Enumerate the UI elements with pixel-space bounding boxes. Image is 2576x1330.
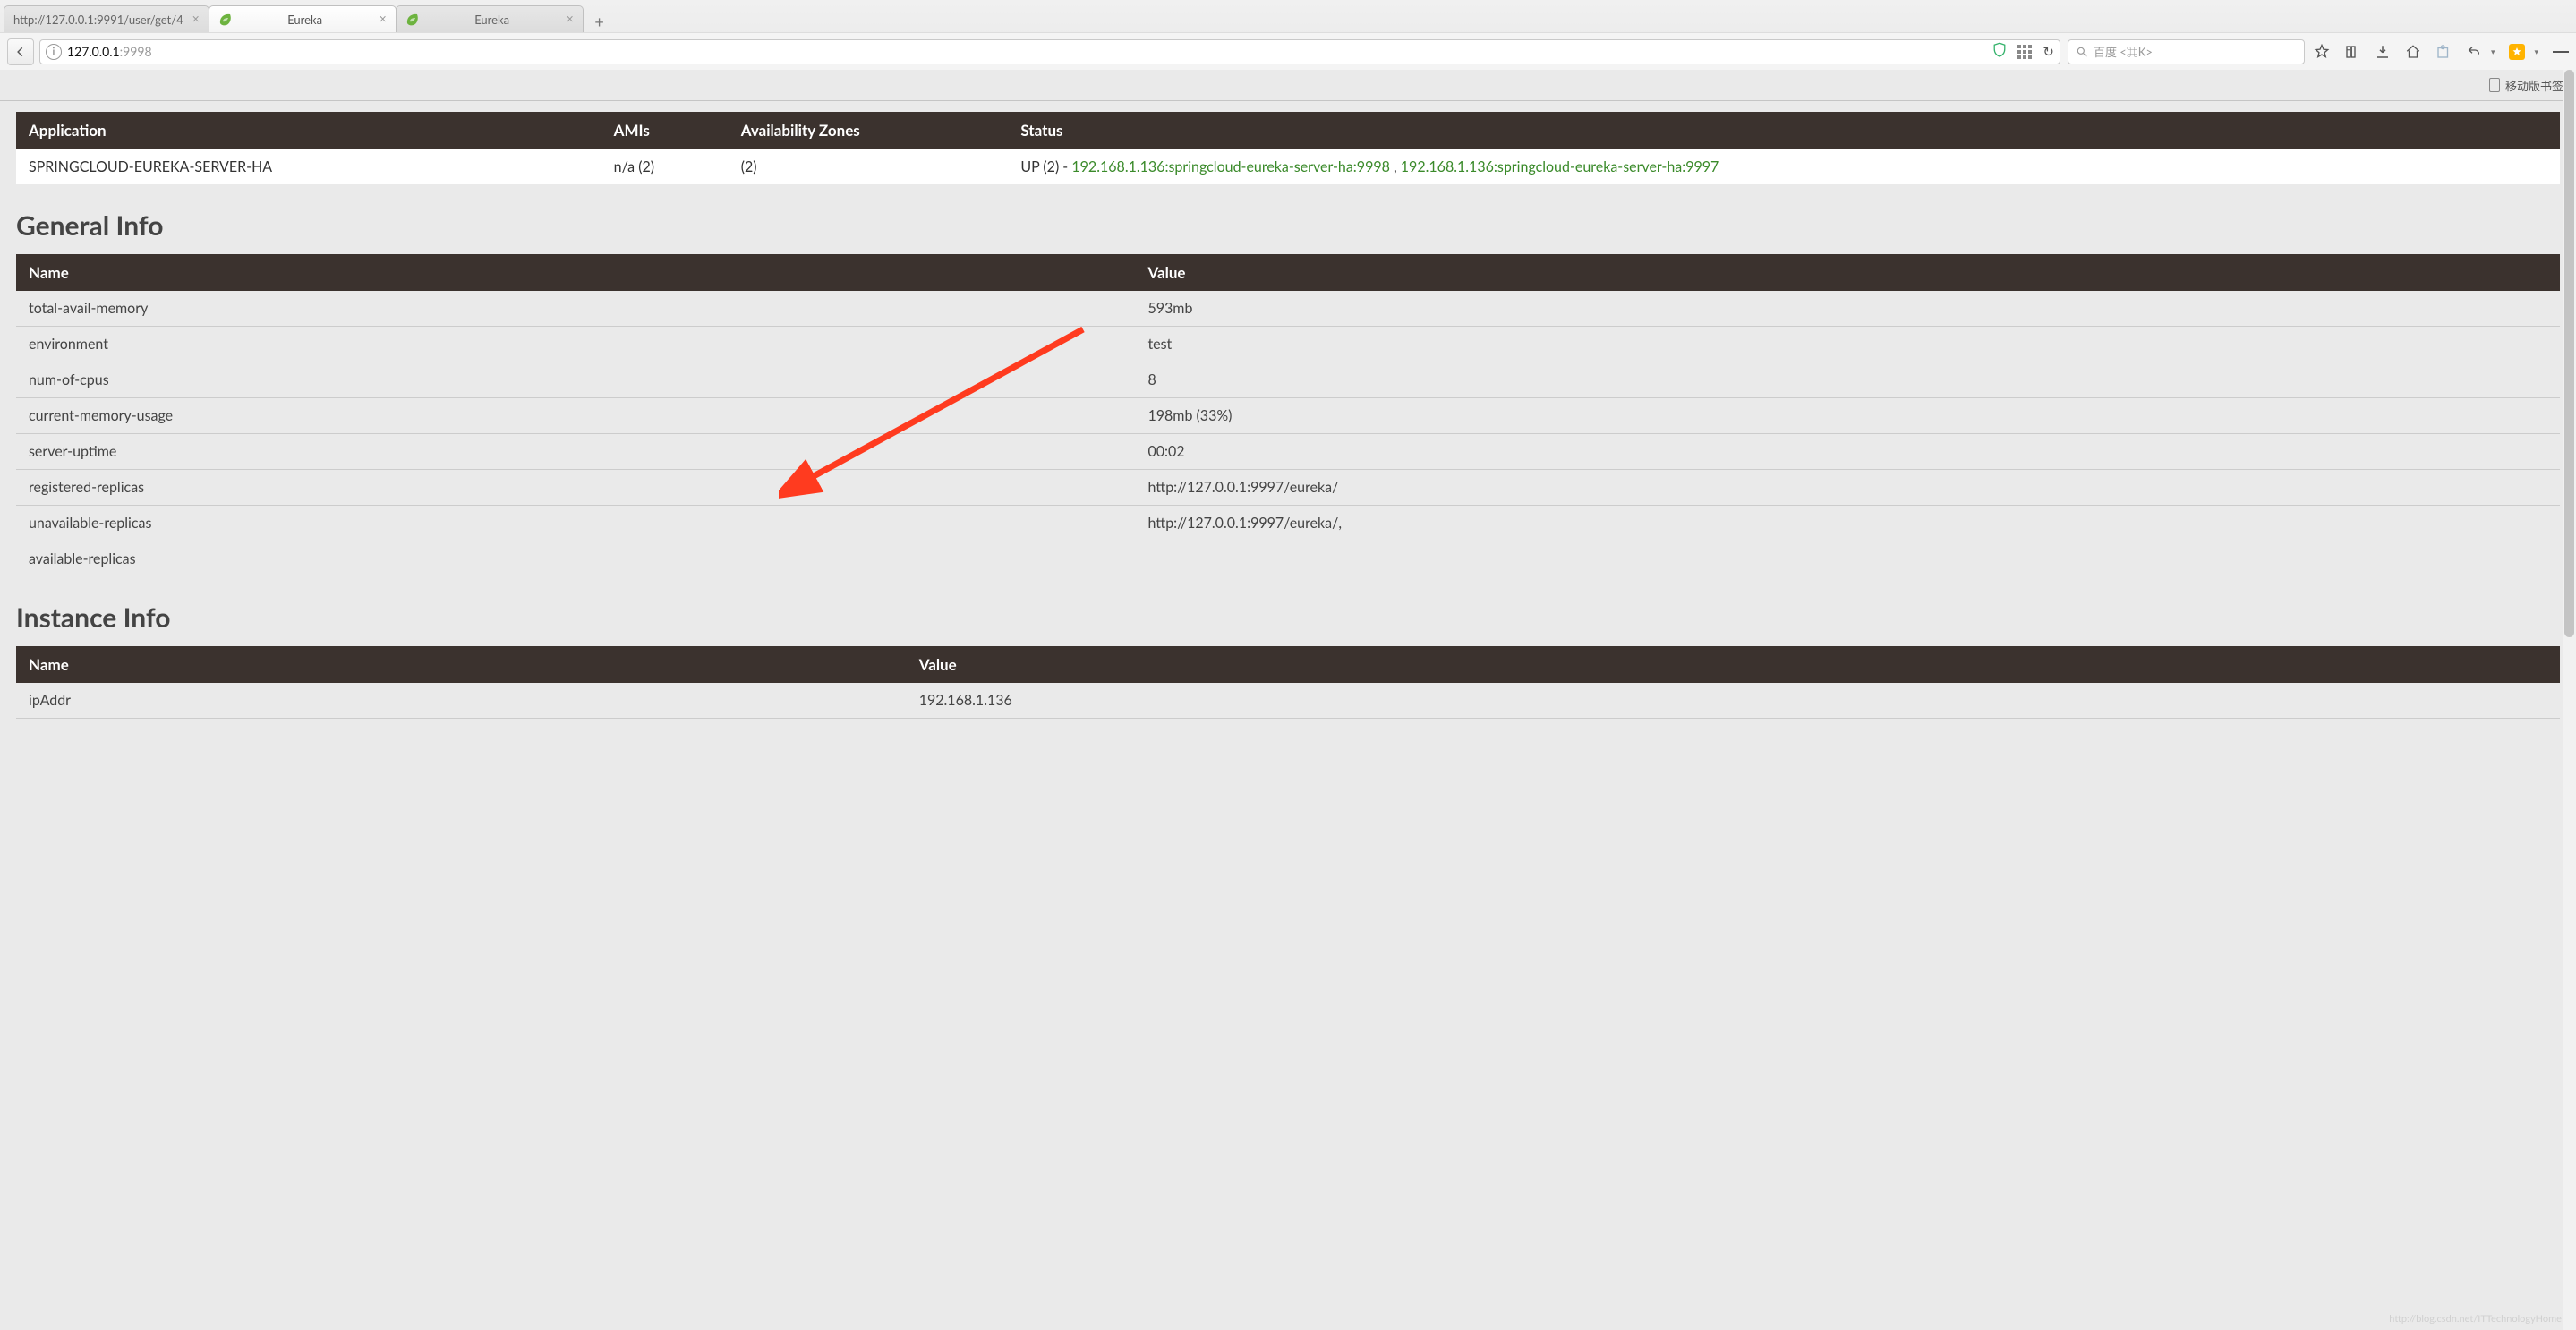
cell-name: unavailable-replicas — [16, 506, 1135, 541]
col-name: Name — [16, 646, 907, 683]
cell-name: ipAddr — [16, 683, 907, 719]
browser-tab-0[interactable]: http://127.0.0.1:9991/user/get/4 × — [4, 5, 209, 32]
browser-tab-2[interactable]: Eureka × — [396, 5, 584, 32]
col-value: Value — [907, 646, 2560, 683]
new-tab-button[interactable]: + — [586, 11, 613, 32]
tab-title: Eureka — [427, 13, 558, 27]
table-row: num-of-cpus8 — [16, 362, 2560, 398]
url-port: :9998 — [120, 44, 152, 59]
col-application: Application — [16, 112, 601, 149]
table-row: registered-replicashttp://127.0.0.1:9997… — [16, 470, 2560, 506]
col-zones: Availability Zones — [729, 112, 1009, 149]
tab-strip: http://127.0.0.1:9991/user/get/4 × Eurek… — [0, 0, 2576, 32]
cell-value: 8 — [1135, 362, 2560, 398]
cell-name: registered-replicas — [16, 470, 1135, 506]
instance-info-title: Instance Info — [16, 601, 2560, 634]
home-icon[interactable] — [2405, 44, 2421, 60]
reload-icon[interactable]: ↻ — [2043, 44, 2054, 60]
cell-value: test — [1135, 327, 2560, 362]
col-name: Name — [16, 254, 1135, 291]
cell-application: SPRINGCLOUD-EUREKA-SERVER-HA — [16, 149, 601, 185]
download-icon[interactable] — [2375, 44, 2391, 60]
cell-name: current-memory-usage — [16, 398, 1135, 434]
bookmark-star-icon[interactable] — [2314, 44, 2330, 60]
tab-title: Eureka — [240, 13, 371, 27]
cell-name: num-of-cpus — [16, 362, 1135, 398]
shield-icon[interactable] — [1992, 42, 2007, 62]
back-button[interactable] — [7, 38, 34, 65]
qr-icon[interactable] — [2017, 45, 2032, 59]
toolbar-icons: ▾ ▾ — [2314, 44, 2569, 60]
library-icon[interactable] — [2344, 44, 2360, 60]
search-icon — [2076, 46, 2088, 58]
cell-value: 192.168.1.136 — [907, 683, 2560, 719]
cell-value: 00:02 — [1135, 434, 2560, 470]
general-info-table: Name Value total-avail-memory593mbenviro… — [16, 254, 2560, 576]
page-content: Application AMIs Availability Zones Stat… — [0, 101, 2576, 744]
table-row: environmenttest — [16, 327, 2560, 362]
search-box[interactable]: 百度 <⌘K> — [2068, 39, 2305, 64]
table-row: total-avail-memory593mb — [16, 291, 2560, 327]
col-amis: AMIs — [601, 112, 729, 149]
cell-zones: (2) — [729, 149, 1009, 185]
cell-value — [1135, 541, 2560, 577]
table-row: server-uptime00:02 — [16, 434, 2560, 470]
close-icon[interactable]: × — [189, 12, 203, 26]
cell-value: http://127.0.0.1:9997/eureka/, — [1135, 506, 2560, 541]
chevron-down-icon[interactable]: ▾ — [2534, 47, 2538, 57]
browser-chrome: http://127.0.0.1:9991/user/get/4 × Eurek… — [0, 0, 2576, 101]
applications-table: Application AMIs Availability Zones Stat… — [16, 112, 2560, 184]
cell-value: http://127.0.0.1:9997/eureka/ — [1135, 470, 2560, 506]
extension-star-icon[interactable] — [2509, 44, 2525, 60]
instance-link-1[interactable]: 192.168.1.136:springcloud-eureka-server-… — [1401, 158, 1719, 175]
close-icon[interactable]: × — [563, 12, 577, 26]
instance-link-0[interactable]: 192.168.1.136:springcloud-eureka-server-… — [1071, 158, 1390, 175]
instance-info-table: Name Value ipAddr192.168.1.136 — [16, 646, 2560, 719]
watermark: http://blog.csdn.net/ITTechnologyHome — [2389, 1313, 2562, 1325]
url-host: 127.0.0.1 — [67, 44, 120, 59]
table-row: SPRINGCLOUD-EUREKA-SERVER-HA n/a (2) (2)… — [16, 149, 2560, 185]
cell-name: server-uptime — [16, 434, 1135, 470]
cell-value: 593mb — [1135, 291, 2560, 327]
table-row: ipAddr192.168.1.136 — [16, 683, 2560, 719]
spring-leaf-icon — [405, 13, 420, 27]
search-placeholder: 百度 <⌘K> — [2094, 43, 2153, 60]
arrow-left-icon — [14, 46, 27, 58]
undo-icon[interactable] — [2466, 44, 2482, 60]
cell-name: available-replicas — [16, 541, 1135, 577]
status-prefix: UP (2) - — [1020, 158, 1071, 175]
address-bar[interactable]: i 127.0.0.1:9998 ↻ — [39, 39, 2060, 64]
cell-amis: n/a (2) — [601, 149, 729, 185]
chevron-down-icon[interactable]: ▾ — [2491, 47, 2495, 57]
scrollbar-thumb[interactable] — [2564, 70, 2574, 637]
hamburger-menu-icon[interactable] — [2553, 44, 2569, 60]
cell-name: environment — [16, 327, 1135, 362]
vertical-scrollbar[interactable] — [2563, 70, 2576, 1330]
table-row: unavailable-replicashttp://127.0.0.1:999… — [16, 506, 2560, 541]
tab-title: http://127.0.0.1:9991/user/get/4 — [13, 13, 183, 27]
mobile-icon — [2489, 78, 2500, 92]
bookmark-bar: 移动版书签 — [0, 70, 2576, 100]
general-info-title: General Info — [16, 209, 2560, 242]
cell-status: UP (2) - 192.168.1.136:springcloud-eurek… — [1008, 149, 2560, 185]
close-icon[interactable]: × — [376, 12, 390, 26]
site-info-icon[interactable]: i — [46, 44, 62, 60]
puzzle-icon[interactable] — [2435, 44, 2452, 60]
col-value: Value — [1135, 254, 2560, 291]
nav-bar: i 127.0.0.1:9998 ↻ 百度 <⌘K> ▾ ▾ — [0, 32, 2576, 70]
status-sep: , — [1390, 158, 1401, 175]
table-row: available-replicas — [16, 541, 2560, 577]
browser-tab-1[interactable]: Eureka × — [209, 5, 397, 32]
mobile-bookmarks-link[interactable]: 移动版书签 — [2505, 77, 2563, 94]
col-status: Status — [1008, 112, 2560, 149]
table-row: current-memory-usage198mb (33%) — [16, 398, 2560, 434]
cell-value: 198mb (33%) — [1135, 398, 2560, 434]
cell-name: total-avail-memory — [16, 291, 1135, 327]
spring-leaf-icon — [218, 13, 233, 27]
